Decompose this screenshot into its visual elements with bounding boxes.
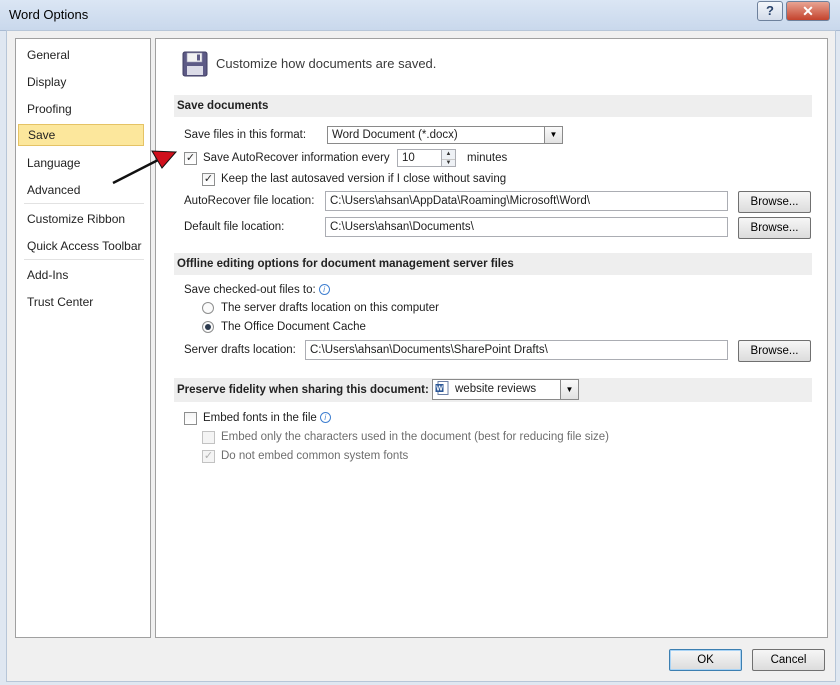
page-title: Customize how documents are saved. [216,56,437,71]
close-button[interactable]: ✕ [786,1,830,21]
info-icon: i [319,412,331,424]
sidebar-item-language[interactable]: Language [18,152,144,174]
default-location-field[interactable]: C:\Users\ahsan\Documents\ [325,217,728,237]
sidebar-item-quick-access-toolbar[interactable]: Quick Access Toolbar [18,235,144,257]
keep-last-autosaved-label: Keep the last autosaved version if I clo… [221,173,507,185]
embed-only-used-characters-label: Embed only the characters used in the do… [221,431,610,443]
radio-selected-dot [205,324,211,330]
keep-last-autosaved-checkbox[interactable]: ✓ [202,173,215,186]
do-not-embed-system-fonts-checkbox[interactable]: ✓ [202,450,215,463]
sidebar-divider [24,203,144,204]
office-document-cache-label: The Office Document Cache [221,321,366,333]
browse-server-drafts-button[interactable]: Browse... [738,340,811,362]
autorecover-location-field[interactable]: C:\Users\ahsan\AppData\Roaming\Microsoft… [325,191,728,211]
chevron-down-icon: ▼ [544,127,562,143]
autorecover-checkbox[interactable]: ✓ [184,152,197,165]
embed-fonts-label: Embed fonts in the file i [203,412,331,424]
sidebar-item-display[interactable]: Display [18,71,144,93]
floppy-disk-icon [182,51,208,77]
save-format-dropdown[interactable]: Word Document (*.docx) ▼ [327,126,563,144]
embed-fonts-checkbox[interactable] [184,412,197,425]
autorecover-minutes-value: 10 [402,152,415,164]
spin-down-icon[interactable]: ▼ [442,159,455,166]
do-not-embed-system-fonts-label: Do not embed common system fonts [221,450,409,462]
cancel-button[interactable]: Cancel [752,649,825,671]
fidelity-document-value: website reviews [455,383,537,395]
close-icon: ✕ [802,3,814,19]
server-drafts-radio[interactable] [202,302,214,314]
chevron-down-icon: ▼ [560,380,578,399]
info-icon: i [318,284,330,296]
sidebar-item-save[interactable]: Save [18,124,144,146]
sidebar-item-advanced[interactable]: Advanced [18,179,144,201]
title-bar: Word Options ? ✕ [0,0,840,31]
default-location-label: Default file location: [184,221,285,233]
help-icon: ? [766,3,774,18]
sidebar-divider [24,259,144,260]
word-document-icon: W [435,381,449,395]
fidelity-document-dropdown[interactable]: W website reviews ▼ [432,379,579,400]
sidebar-item-customize-ribbon[interactable]: Customize Ribbon [18,208,144,230]
autorecover-location-label: AutoRecover file location: [184,195,315,207]
autorecover-label: Save AutoRecover information every [203,152,390,164]
server-drafts-location-field[interactable]: C:\Users\ahsan\Documents\SharePoint Draf… [305,340,728,360]
embed-only-used-characters-checkbox[interactable] [202,431,215,444]
ok-button[interactable]: OK [669,649,742,671]
preserve-fidelity-label: Preserve fidelity when sharing this docu… [177,384,429,396]
save-checked-out-label: Save checked-out files to: i [184,284,330,296]
section-offline-editing: Offline editing options for document man… [174,253,812,275]
office-document-cache-radio[interactable] [202,321,214,333]
save-format-value: Word Document (*.docx) [332,129,458,141]
dialog-body: General Display Proofing Save Language A… [6,30,836,682]
sidebar-item-add-ins[interactable]: Add-Ins [18,264,144,286]
help-button[interactable]: ? [757,1,783,21]
autorecover-minutes-spinner[interactable]: 10 ▲ ▼ [397,149,456,167]
window-title: Word Options [9,7,89,22]
section-save-documents: Save documents [174,95,812,117]
minutes-label: minutes [467,152,508,164]
sidebar-item-trust-center[interactable]: Trust Center [18,291,144,313]
save-options-panel: Customize how documents are saved. Save … [155,38,828,638]
browse-autorecover-button[interactable]: Browse... [738,191,811,213]
browse-default-location-button[interactable]: Browse... [738,217,811,239]
spinner-arrows: ▲ ▼ [441,150,455,166]
options-sidebar: General Display Proofing Save Language A… [15,38,151,638]
svg-text:W: W [436,386,443,393]
sidebar-item-proofing[interactable]: Proofing [18,98,144,120]
server-drafts-option-label: The server drafts location on this compu… [221,302,439,314]
save-format-label: Save files in this format: [184,129,307,141]
server-drafts-location-label: Server drafts location: [184,344,296,356]
sidebar-item-general[interactable]: General [18,44,144,66]
